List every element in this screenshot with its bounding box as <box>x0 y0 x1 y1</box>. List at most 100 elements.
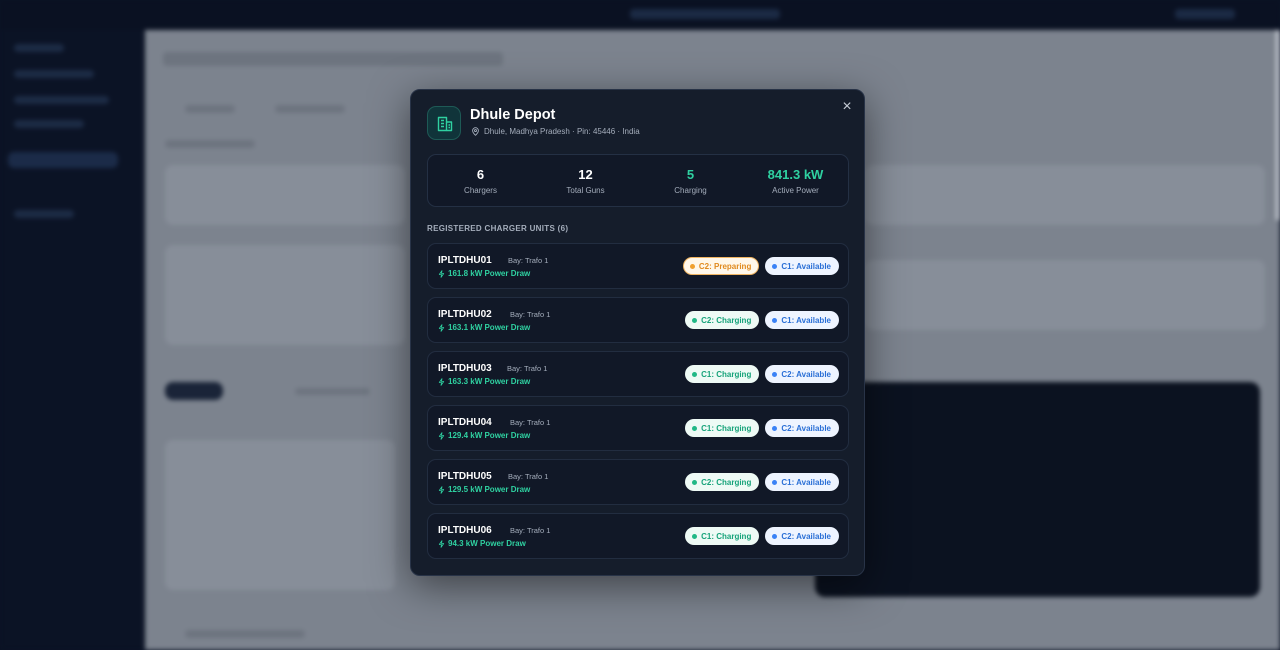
status-dot <box>772 371 778 377</box>
power-draw-text: 129.5 kW Power Draw <box>448 485 531 494</box>
charger-unit-row[interactable]: IPLTDHU04 Bay: Trafo 1 129.4 kW Power Draw… <box>427 405 849 451</box>
badge-label: C1: Charging <box>701 423 752 433</box>
status-dot <box>692 371 698 377</box>
status-dot <box>692 479 698 485</box>
stat-value: 5 <box>686 167 695 182</box>
charger-unit-row[interactable]: IPLTDHU02 Bay: Trafo 1 163.1 kW Power Draw… <box>427 297 849 343</box>
stat-charging: 5 Charging <box>638 155 743 206</box>
background-sidebar-item <box>14 70 94 78</box>
charger-id: IPLTDHU04 <box>438 417 492 428</box>
background-card <box>865 165 1265 225</box>
charger-unit-row[interactable]: IPLTDHU05 Bay: Trafo 1 129.5 kW Power Draw… <box>427 459 849 505</box>
charger-unit-row[interactable]: IPLTDHU06 Bay: Trafo 1 94.3 kW Power Draw C… <box>427 513 849 559</box>
background-section-title <box>165 140 255 148</box>
background-sidebar <box>0 30 145 650</box>
charger-unit-row[interactable]: IPLTDHU03 Bay: Trafo 1 163.3 kW Power Draw… <box>427 351 849 397</box>
stat-chargers: 6 Chargers <box>428 155 533 206</box>
background-card <box>165 440 395 590</box>
power-draw-text: 94.3 kW Power Draw <box>448 539 526 548</box>
status-dot <box>689 263 695 269</box>
badge-label: C1: Available <box>781 261 831 271</box>
bolt-icon <box>438 431 445 440</box>
background-topbar <box>0 0 1280 30</box>
connector-status-badge: C1: Available <box>765 473 839 491</box>
connector-badges: C1: Charging C2: Available <box>685 419 839 437</box>
stat-value: 841.3 kW <box>767 167 824 182</box>
badge-label: C1: Charging <box>701 531 752 541</box>
badge-label: C1: Available <box>781 477 831 487</box>
stat-value: 12 <box>578 167 593 182</box>
status-dot <box>772 533 778 539</box>
stat-label: Total Guns <box>566 186 605 195</box>
stat-value: 6 <box>476 167 485 182</box>
charger-bay: Bay: Trafo 1 <box>508 472 549 481</box>
connector-status-badge: C1: Charging <box>685 419 760 437</box>
connector-status-badge: C2: Available <box>765 365 839 383</box>
background-topbar-title <box>630 9 780 19</box>
background-pill <box>165 382 223 400</box>
depot-title: Dhule Depot <box>470 107 556 123</box>
background-footer-title <box>185 630 305 638</box>
charger-id: IPLTDHU01 <box>438 255 492 266</box>
power-draw: 129.5 kW Power Draw <box>438 485 530 494</box>
background-card <box>865 260 1265 330</box>
charger-bay: Bay: Trafo 1 <box>510 310 551 319</box>
charger-bay: Bay: Trafo 1 <box>510 418 551 427</box>
connector-status-badge: C1: Available <box>765 257 839 275</box>
depot-location: Dhule, Madhya Pradesh · Pin: 45446 · Ind… <box>471 127 640 136</box>
background-scrollbar <box>1276 30 1280 220</box>
connector-status-badge: C2: Preparing <box>682 257 760 275</box>
charger-bay: Bay: Trafo 1 <box>510 526 551 535</box>
badge-label: C1: Available <box>781 315 831 325</box>
status-dot <box>692 317 698 323</box>
connector-badges: C1: Charging C2: Available <box>685 527 839 545</box>
badge-label: C2: Available <box>781 423 831 433</box>
connector-badges: C2: Charging C1: Available <box>685 311 839 329</box>
stat-total-guns: 12 Total Guns <box>533 155 638 206</box>
bolt-icon <box>438 539 445 548</box>
status-dot <box>772 317 778 323</box>
power-draw: 94.3 kW Power Draw <box>438 539 526 548</box>
depot-location-text: Dhule, Madhya Pradesh · Pin: 45446 · Ind… <box>484 127 640 136</box>
background-sidebar-item <box>14 120 84 128</box>
bolt-icon <box>438 323 445 332</box>
background-tab <box>185 105 235 113</box>
bolt-icon <box>438 269 445 278</box>
background-page-title <box>163 52 503 66</box>
map-pin-icon <box>472 127 479 136</box>
badge-label: C1: Charging <box>701 369 752 379</box>
connector-status-badge: C2: Available <box>765 419 839 437</box>
stat-label: Active Power <box>772 186 819 195</box>
background-map-panel <box>815 382 1260 597</box>
stat-label: Charging <box>674 186 707 195</box>
close-icon[interactable]: × <box>839 99 855 115</box>
status-dot <box>692 425 698 431</box>
stat-label: Chargers <box>464 186 497 195</box>
power-draw: 161.8 kW Power Draw <box>438 269 530 278</box>
bolt-icon <box>438 377 445 386</box>
connector-status-badge: C1: Charging <box>685 527 760 545</box>
badge-label: C2: Preparing <box>698 261 752 271</box>
connector-status-badge: C2: Charging <box>685 311 760 329</box>
badge-label: C2: Charging <box>701 315 752 325</box>
status-dot <box>772 425 778 431</box>
background-sidebar-item <box>14 210 74 218</box>
badge-label: C2: Available <box>781 369 831 379</box>
charger-unit-row[interactable]: IPLTDHU01 Bay: Trafo 1 161.8 kW Power Draw… <box>427 243 849 289</box>
section-title: REGISTERED CHARGER UNITS (6) <box>427 224 569 233</box>
power-draw-text: 163.3 kW Power Draw <box>448 377 531 386</box>
badge-label: C2: Available <box>781 531 831 541</box>
background-tab <box>275 105 345 113</box>
power-draw: 163.3 kW Power Draw <box>438 377 530 386</box>
power-draw-text: 163.1 kW Power Draw <box>448 323 531 332</box>
badge-label: C2: Charging <box>701 477 752 487</box>
charger-id: IPLTDHU05 <box>438 471 492 482</box>
building-icon <box>427 106 461 140</box>
power-draw: 163.1 kW Power Draw <box>438 323 530 332</box>
connector-status-badge: C1: Available <box>765 311 839 329</box>
charger-bay: Bay: Trafo 1 <box>507 364 548 373</box>
bolt-icon <box>438 485 445 494</box>
background-sidebar-item <box>14 96 109 104</box>
background-card <box>165 165 405 225</box>
status-dot <box>772 263 778 269</box>
